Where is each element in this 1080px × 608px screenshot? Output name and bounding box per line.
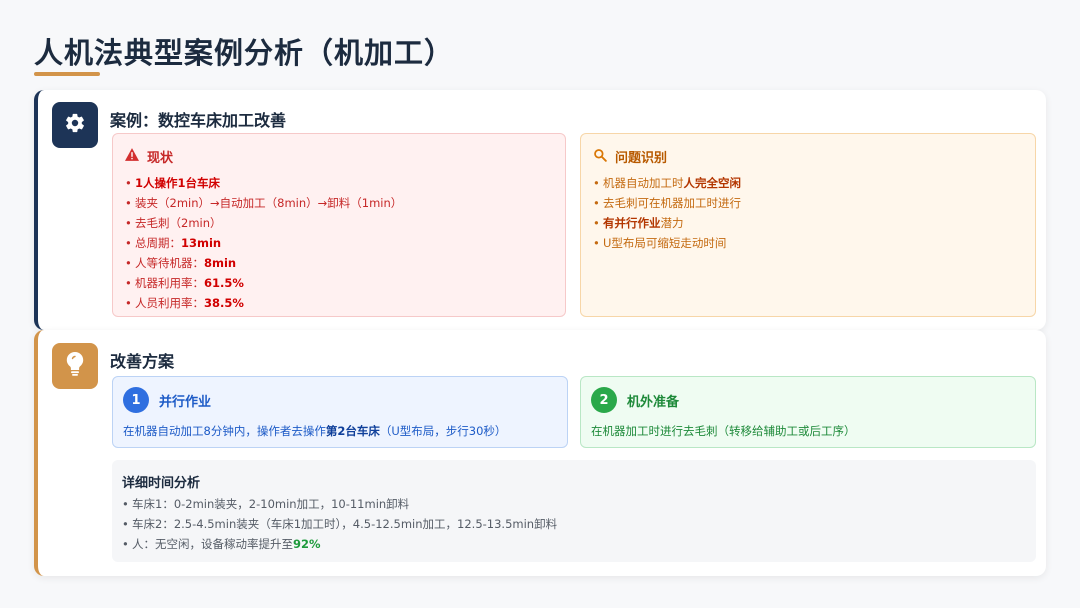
list-item: • U型布局可缩短走动时间 [593, 236, 727, 250]
status-panel: 现状 • 1人操作1台车床 • 装夹（2min）→自动加工（8min）→卸料（1mi… [112, 133, 566, 317]
status-list: • 1人操作1台车床 • 装夹（2min）→自动加工（8min）→卸料（1min） … [125, 173, 402, 313]
list-item: • 机器自动加工时人完全空闲 [593, 176, 741, 190]
list-item: • 有并行作业潜力 [593, 216, 684, 230]
list-item: • 车床2：2.5-4.5min装夹（车床1加工时），4.5-12.5min加工，… [122, 517, 558, 531]
title-underline [34, 72, 100, 76]
issues-panel: 问题识别 • 机器自动加工时人完全空闲 • 去毛刺可在机器加工时进行 • 有并行作业潜… [580, 133, 1036, 317]
solution-card-parallel: 1 并行作业 在机器自动加工8分钟内，操作者去操作第2台车床（U型布局，步行30… [112, 376, 568, 448]
analysis-list: • 车床1：0-2min装夹，2-10min加工，10-11min卸料 • 车床2：… [122, 494, 557, 554]
issues-list: • 机器自动加工时人完全空闲 • 去毛刺可在机器加工时进行 • 有并行作业潜力 • U型… [593, 173, 741, 253]
status-title: 现状 [147, 151, 174, 166]
analysis-title: 详细时间分析 [122, 476, 201, 491]
case-heading: 案例：数控车床加工改善 [110, 111, 287, 130]
issues-panel-header: 问题识别 [593, 147, 667, 166]
step-number-badge: 2 [591, 387, 617, 413]
search-icon [593, 148, 607, 166]
plan-badge [52, 343, 98, 389]
list-item: • 人：无空闲，设备稼动率提升至92% [122, 537, 321, 551]
solution-title: 机外准备 [627, 394, 680, 410]
case-card: 案例：数控车床加工改善 现状 • 1人操作1台车床 • 装夹（2min）→自动加工（… [34, 90, 1046, 330]
list-item: • 人员利用率：38.5% [125, 296, 244, 310]
case-badge [52, 102, 98, 148]
time-analysis-box: 详细时间分析 • 车床1：0-2min装夹，2-10min加工，10-11min卸… [112, 460, 1036, 562]
solution-description: 在机器加工时进行去毛刺（转移给辅助工或后工序） [591, 424, 856, 438]
list-item: • 车床1：0-2min装夹，2-10min加工，10-11min卸料 [122, 497, 410, 511]
list-item: • 1人操作1台车床 [125, 176, 221, 190]
list-item: • 人等待机器：8min [125, 256, 237, 270]
gear-icon [64, 112, 86, 138]
plan-card: 改善方案 1 并行作业 在机器自动加工8分钟内，操作者去操作第2台车床（U型布局… [34, 330, 1046, 576]
solution-description: 在机器自动加工8分钟内，操作者去操作第2台车床（U型布局，步行30秒） [123, 424, 507, 438]
list-item: • 去毛刺可在机器加工时进行 [593, 196, 741, 210]
lightbulb-icon [66, 352, 84, 380]
solution-card-offline: 2 机外准备 在机器加工时进行去毛刺（转移给辅助工或后工序） [580, 376, 1036, 448]
solution-header: 1 并行作业 [123, 387, 211, 413]
warning-icon [125, 148, 139, 165]
plan-heading: 改善方案 [110, 352, 175, 371]
step-number-badge: 1 [123, 387, 149, 413]
page-title: 人机法典型案例分析（机加工） [34, 36, 455, 70]
list-item: • 机器利用率：61.5% [125, 276, 244, 290]
list-item: • 装夹（2min）→自动加工（8min）→卸料（1min） [125, 196, 403, 210]
list-item: • 去毛刺（2min） [125, 216, 222, 230]
list-item: • 总周期：13min [125, 236, 222, 250]
issues-title: 问题识别 [615, 151, 668, 166]
solution-title: 并行作业 [159, 394, 212, 410]
solution-header: 2 机外准备 [591, 387, 679, 413]
status-panel-header: 现状 [125, 147, 173, 166]
